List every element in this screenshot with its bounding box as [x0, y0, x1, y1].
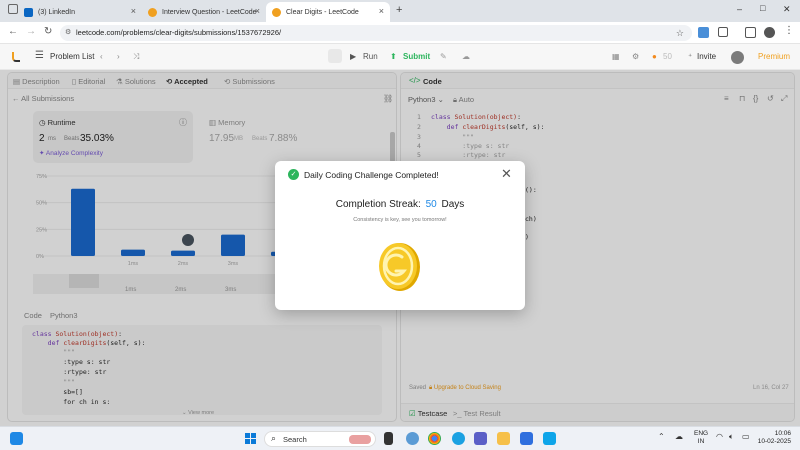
dialog-subtitle: Consistency is key, see you tomorrow!: [353, 217, 447, 223]
notes-icon[interactable]: ✎: [440, 52, 447, 61]
search-highlight-icon: [349, 435, 371, 444]
app-icon[interactable]: [543, 432, 556, 445]
profile-avatar[interactable]: [764, 27, 775, 38]
next-problem-icon[interactable]: ›: [117, 52, 120, 61]
leetcode-nav: ☰ Problem List ‹ › ⤨ ▶ Run ⬆ Submit ✎ ☁ …: [0, 44, 800, 70]
volume-icon[interactable]: 🔈︎: [729, 432, 734, 442]
settings-gear-icon[interactable]: ⚙: [632, 52, 639, 61]
wifi-icon[interactable]: ◠: [716, 432, 723, 441]
new-tab-button[interactable]: +: [396, 4, 402, 16]
tab-linkedin[interactable]: (3) LinkedIn ×: [18, 2, 142, 22]
close-tab-icon[interactable]: ×: [255, 6, 260, 16]
extensions-puzzle-icon[interactable]: [718, 27, 728, 37]
widgets-icon[interactable]: [10, 432, 23, 445]
submit-icon: ⬆: [390, 52, 397, 61]
invite-button[interactable]: Invite: [697, 52, 716, 61]
close-tab-icon[interactable]: ×: [131, 6, 136, 16]
prev-problem-icon[interactable]: ‹: [100, 52, 103, 61]
streak-label: Completion Streak:: [335, 199, 421, 210]
invite-icon: ⁺: [688, 52, 693, 61]
downloads-icon[interactable]: [745, 27, 756, 38]
forward-icon[interactable]: →: [26, 26, 36, 37]
copilot-icon[interactable]: [406, 432, 419, 445]
debug-icon[interactable]: [328, 49, 342, 63]
layout-icon[interactable]: ▦: [612, 52, 620, 61]
search-icon: ⌕: [271, 433, 277, 443]
task-view-icon[interactable]: [384, 432, 393, 445]
problem-list-link[interactable]: Problem List: [50, 52, 94, 61]
user-avatar[interactable]: [731, 51, 744, 64]
tab-interview-question[interactable]: Interview Question - LeetCode ×: [142, 2, 266, 22]
menu-icon[interactable]: ⋮: [784, 25, 794, 36]
search-placeholder: Search: [283, 435, 307, 444]
battery-icon[interactable]: ▭: [742, 432, 750, 441]
address-bar-row: ← → ↻ ⚙ leetcode.com/problems/clear-digi…: [0, 22, 800, 44]
browser-tab-bar: (3) LinkedIn × Interview Question - Leet…: [0, 0, 800, 22]
windows-taskbar: ⌕ Search ⌃ ☁ ENG IN ◠ 🔈︎ ▭ 10:06 10-02-202…: [0, 426, 800, 450]
streak-fire-icon: ●: [652, 52, 657, 61]
close-dialog-button[interactable]: ✕: [501, 166, 512, 182]
streak-unit: Days: [441, 199, 465, 210]
submit-button[interactable]: Submit: [403, 52, 430, 61]
tab-clear-digits[interactable]: Clear Digits - LeetCode ×: [266, 2, 390, 22]
tab-title: (3) LinkedIn: [38, 8, 75, 16]
challenge-complete-dialog: ✓ Daily Coding Challenge Completed! ✕ Co…: [275, 161, 525, 310]
cloud-icon[interactable]: ☁: [462, 52, 470, 61]
gold-coin-badge-icon: [379, 243, 420, 291]
back-icon[interactable]: ←: [8, 26, 18, 37]
maximize-button[interactable]: □: [760, 3, 765, 13]
extension-icon[interactable]: [698, 27, 709, 38]
tab-overview-icon[interactable]: [8, 4, 18, 14]
language-indicator[interactable]: ENG IN: [694, 430, 708, 446]
chrome-icon[interactable]: [428, 432, 441, 445]
tab-title: Interview Question - LeetCode: [162, 8, 257, 16]
leetcode-icon: [148, 7, 157, 17]
site-info-icon[interactable]: ⚙: [65, 25, 71, 41]
onedrive-icon[interactable]: ☁: [675, 432, 683, 441]
leetcode-icon: [272, 7, 281, 17]
run-button[interactable]: Run: [363, 52, 378, 61]
run-icon: ▶: [350, 52, 357, 61]
clock[interactable]: 10:06 10-02-2025: [755, 430, 791, 446]
bookmark-star-icon[interactable]: ☆: [676, 25, 684, 41]
shuffle-icon[interactable]: ⤨: [133, 52, 139, 62]
store-icon[interactable]: [520, 432, 533, 445]
leetcode-logo-icon[interactable]: [12, 52, 20, 62]
problem-list-icon: ☰: [35, 50, 44, 61]
url-input[interactable]: ⚙ leetcode.com/problems/clear-digits/sub…: [60, 25, 692, 41]
tab-title: Clear Digits - LeetCode: [286, 8, 359, 16]
minimize-button[interactable]: –: [737, 4, 742, 14]
teams-icon[interactable]: [474, 432, 487, 445]
show-hidden-icons[interactable]: ⌃: [658, 432, 665, 441]
dialog-title: Daily Coding Challenge Completed!: [304, 170, 439, 180]
file-explorer-icon[interactable]: [497, 432, 510, 445]
taskbar-search-box[interactable]: ⌕ Search: [264, 431, 376, 447]
streak-count[interactable]: 50: [663, 52, 672, 61]
close-window-button[interactable]: ✕: [783, 4, 791, 15]
url-text: leetcode.com/problems/clear-digits/submi…: [76, 28, 282, 37]
close-tab-icon[interactable]: ×: [379, 6, 384, 16]
reload-icon[interactable]: ↻: [44, 26, 52, 37]
premium-link[interactable]: Premium: [758, 52, 790, 61]
check-circle-icon: ✓: [288, 169, 299, 180]
linkedin-icon: [24, 7, 33, 17]
edge-icon[interactable]: [452, 432, 465, 445]
streak-value: 50: [425, 199, 437, 210]
start-windows-icon[interactable]: [245, 433, 256, 444]
streak-line: Completion Streak: 50 Days: [275, 199, 525, 210]
